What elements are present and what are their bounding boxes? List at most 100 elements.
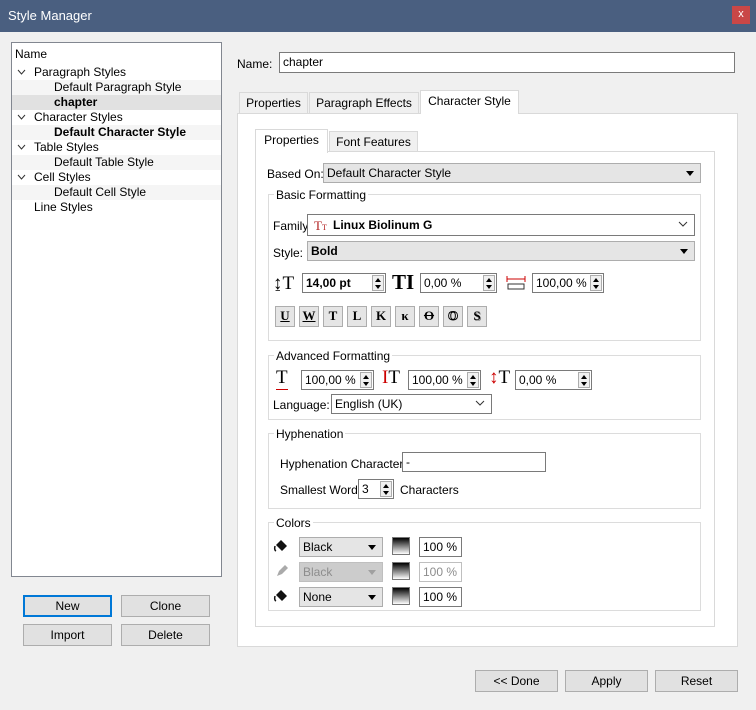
fill-bucket-icon — [273, 540, 287, 552]
spin-buttons[interactable] — [467, 372, 479, 388]
title-bar: Style Manager x — [0, 0, 756, 32]
shadow-button[interactable]: S — [467, 306, 487, 327]
truetype-font-icon: TT — [314, 218, 327, 233]
window-title: Style Manager — [8, 8, 92, 23]
scale-width-spinner[interactable]: 100,00 % — [532, 273, 604, 293]
fill-bucket-icon — [273, 590, 287, 602]
import-button[interactable]: Import — [23, 624, 112, 646]
tree-item-table-styles[interactable]: Table Styles — [12, 140, 221, 155]
chevron-down-icon[interactable] — [17, 65, 27, 80]
underline-words-button[interactable]: W — [299, 306, 319, 327]
style-combo[interactable]: Bold — [307, 241, 695, 261]
delete-button[interactable]: Delete — [121, 624, 210, 646]
style-tree[interactable]: Name Paragraph Styles Default Paragraph … — [11, 42, 222, 577]
done-button[interactable]: << Done — [475, 670, 558, 692]
colors-title: Colors — [274, 516, 313, 530]
text-color-combo[interactable]: Black — [299, 537, 383, 557]
font-size-icon: ↨T — [273, 273, 295, 294]
text-color-swatch — [392, 537, 410, 555]
font-size-spinner[interactable]: 14,00 pt — [302, 273, 386, 293]
tracking-spinner[interactable]: 0,00 % — [515, 370, 592, 390]
text-shade-spinner[interactable]: 100 % — [419, 537, 462, 557]
tree-item-character-styles[interactable]: Character Styles — [12, 110, 221, 125]
family-value: Linux Biolinum G — [333, 218, 433, 232]
hyphenation-char-label: Hyphenation Character: — [280, 457, 407, 471]
tab-paragraph-effects[interactable]: Paragraph Effects — [309, 92, 419, 114]
background-color-combo[interactable]: None — [299, 587, 383, 607]
advanced-formatting-title: Advanced Formatting — [274, 349, 393, 363]
tree-item-paragraph-styles[interactable]: Paragraph Styles — [12, 65, 221, 80]
name-label: Name: — [237, 57, 273, 71]
spin-buttons[interactable] — [372, 275, 384, 291]
scale-height-spinner[interactable]: 0,00 % — [420, 273, 497, 293]
family-combo[interactable]: TT Linux Biolinum G — [307, 214, 695, 236]
small-caps-button[interactable]: κ — [395, 306, 415, 327]
background-color-swatch — [392, 587, 410, 605]
chevron-down-icon[interactable] — [17, 140, 27, 155]
outline-button[interactable]: O — [443, 306, 463, 327]
reset-button[interactable]: Reset — [655, 670, 738, 692]
tab-font-features[interactable]: Font Features — [329, 131, 418, 153]
apply-button[interactable]: Apply — [565, 670, 648, 692]
background-shade-spinner[interactable]: 100 % — [419, 587, 462, 607]
tab-character-style[interactable]: Character Style — [420, 90, 519, 114]
pen-icon — [277, 565, 288, 576]
tab-properties[interactable]: Properties — [239, 92, 308, 114]
language-value: English (UK) — [335, 397, 403, 411]
tree-item-line-styles[interactable]: Line Styles — [12, 200, 221, 215]
stroke-color-combo[interactable]: Black — [299, 562, 383, 582]
spin-buttons[interactable] — [380, 481, 392, 497]
tree-item-default-character-style[interactable]: Default Character Style — [12, 125, 221, 140]
new-button[interactable]: New — [23, 595, 112, 617]
tracking-icon: ↕T — [489, 367, 511, 388]
tree-item-chapter[interactable]: chapter — [12, 95, 221, 110]
chevron-down-icon — [475, 400, 485, 406]
tree-item-default-paragraph-style[interactable]: Default Paragraph Style — [12, 80, 221, 95]
chevron-down-icon[interactable] — [17, 110, 27, 125]
text-style-buttons: U W T L K κ O O S — [275, 306, 495, 328]
based-on-value: Default Character Style — [327, 166, 452, 180]
tree-item-default-table-style[interactable]: Default Table Style — [12, 155, 221, 170]
dropdown-arrow-icon — [680, 249, 688, 254]
hyphenation-char-input[interactable]: - — [402, 452, 546, 472]
dropdown-arrow-icon — [368, 570, 376, 575]
dropdown-arrow-icon — [686, 171, 694, 176]
language-combo[interactable]: English (UK) — [331, 394, 492, 414]
char-height-spinner[interactable]: 100,00 % — [408, 370, 481, 390]
line-height-icon: IT — [382, 367, 400, 388]
superscript-button[interactable]: L — [347, 306, 367, 327]
name-input[interactable]: chapter — [279, 52, 735, 73]
tree-item-default-cell-style[interactable]: Default Cell Style — [12, 185, 221, 200]
chevron-down-icon[interactable] — [17, 170, 27, 185]
stroke-color-swatch — [392, 562, 410, 580]
clone-button[interactable]: Clone — [121, 595, 210, 617]
smallest-word-label: Smallest Word: — [280, 483, 362, 497]
style-value: Bold — [311, 244, 338, 258]
based-on-label: Based On: — [267, 167, 324, 181]
spin-buttons[interactable] — [360, 372, 372, 388]
characters-label: Characters — [400, 483, 459, 497]
spin-buttons[interactable] — [483, 275, 495, 291]
all-caps-button[interactable]: K — [371, 306, 391, 327]
subscript-button[interactable]: T — [323, 306, 343, 327]
tree-item-cell-styles[interactable]: Cell Styles — [12, 170, 221, 185]
dropdown-arrow-icon — [368, 545, 376, 550]
baseline-offset-icon: T — [276, 367, 288, 390]
hyphenation-title: Hyphenation — [274, 427, 346, 441]
spin-buttons[interactable] — [578, 372, 590, 388]
stroke-shade-spinner[interactable]: 100 % — [419, 562, 462, 582]
basic-formatting-title: Basic Formatting — [274, 188, 369, 202]
underline-button[interactable]: U — [275, 306, 295, 327]
smallest-word-spinner[interactable]: 3 — [358, 479, 394, 499]
family-label: Family: — [273, 219, 312, 233]
strikethrough-button[interactable]: O — [419, 306, 439, 327]
based-on-combo[interactable]: Default Character Style — [323, 163, 701, 183]
baseline-offset-spinner[interactable]: 100,00 % — [301, 370, 374, 390]
tab-inner-properties[interactable]: Properties — [255, 129, 328, 153]
tree-header: Name — [15, 47, 48, 61]
close-button[interactable]: x — [732, 6, 750, 24]
scale-width-icon — [506, 276, 526, 290]
language-label: Language: — [273, 398, 330, 412]
style-label: Style: — [273, 246, 304, 260]
spin-buttons[interactable] — [590, 275, 602, 291]
